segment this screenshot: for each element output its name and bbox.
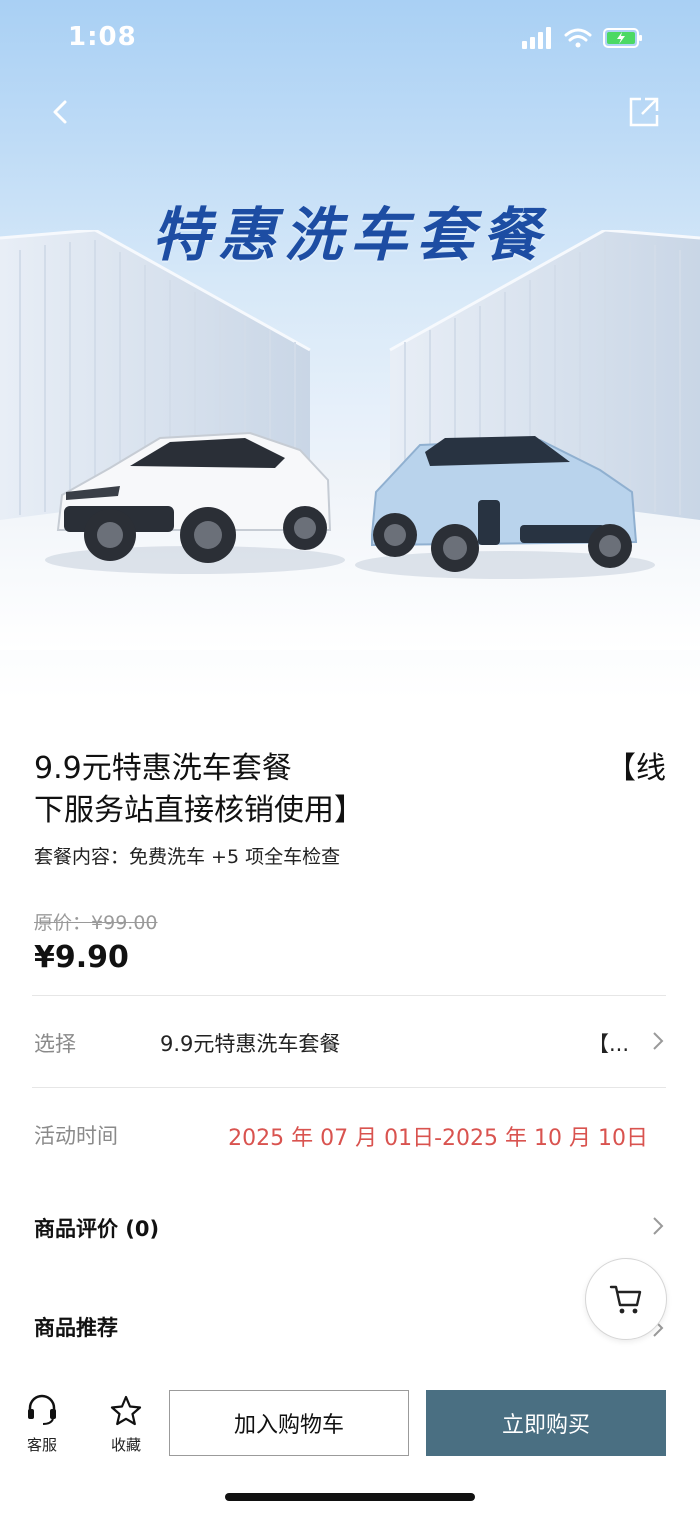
original-price: 原价：¥99.00 [34, 908, 158, 935]
chevron-right-icon [652, 1028, 670, 1054]
original-price-label: 原价： [34, 912, 92, 934]
home-indicator [225, 1493, 475, 1501]
product-title: 9.9元特惠洗车套餐 【线 下服务站直接核销使用】 [34, 748, 666, 832]
select-value: 9.9元特惠洗车套餐 [160, 1032, 341, 1056]
battery-icon [603, 28, 642, 48]
status-icons [522, 27, 642, 49]
signal-icon [522, 27, 551, 49]
customer-service-button[interactable]: 客服 [12, 1394, 72, 1455]
current-price: ¥9.90 [34, 940, 129, 975]
status-time: 1:08 [68, 22, 137, 52]
favorite-button[interactable]: 收藏 [96, 1394, 156, 1455]
back-icon [53, 100, 67, 124]
chevron-right-icon [652, 1213, 670, 1239]
select-value-tail: 【... [588, 1032, 630, 1056]
wifi-icon [564, 28, 592, 48]
customer-service-label: 客服 [26, 1436, 57, 1454]
activity-label: 活动时间 [34, 1124, 118, 1148]
favorite-label: 收藏 [110, 1436, 141, 1454]
share-icon [629, 97, 659, 127]
activity-date: 2025 年 07 月 01日-2025 年 10 月 10日 [228, 1126, 648, 1151]
product-banner: 1:08 特惠洗车套餐 [0, 0, 700, 700]
select-label: 选择 [34, 1032, 76, 1056]
product-title-line1: 9.9元特惠洗车套餐 [34, 751, 292, 786]
banner-illustration [0, 230, 700, 650]
product-title-line2: 下服务站直接核销使用】 [34, 793, 364, 828]
back-button[interactable] [40, 92, 80, 132]
package-contents: 套餐内容：免费洗车 +5 项全车检查 [34, 846, 341, 868]
reviews-title: 商品评价 (0) [34, 1217, 160, 1241]
buy-now-button[interactable]: 立即购买 [426, 1390, 666, 1456]
star-icon [110, 1395, 142, 1426]
divider [32, 1087, 666, 1088]
product-title-bracket: 【线 [606, 751, 666, 786]
recommend-title: 商品推荐 [34, 1316, 118, 1340]
floating-cart-button[interactable] [585, 1258, 667, 1340]
add-to-cart-button[interactable]: 加入购物车 [169, 1390, 409, 1456]
status-bar: 1:08 [0, 0, 700, 76]
share-button[interactable] [624, 92, 664, 132]
cart-icon [609, 1285, 642, 1314]
original-price-value: ¥99.00 [91, 912, 158, 934]
divider [32, 995, 666, 996]
headset-icon [28, 1394, 56, 1425]
